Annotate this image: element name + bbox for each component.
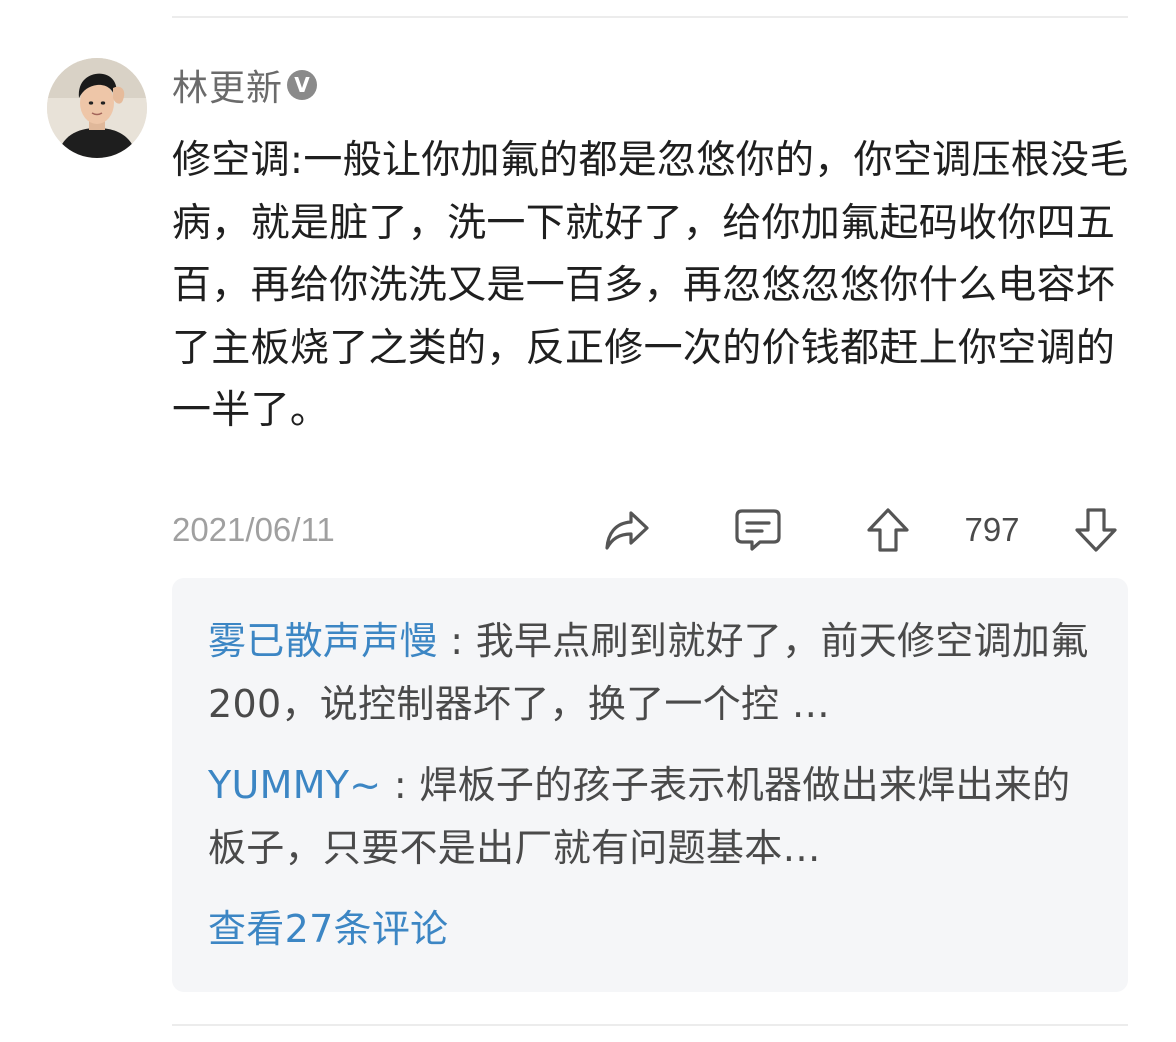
share-icon <box>605 511 649 550</box>
author-avatar[interactable] <box>47 58 147 158</box>
comment-separator: : <box>381 763 420 807</box>
downvote-icon <box>1075 508 1117 552</box>
comment-item[interactable]: 雾已散声声慢 : 我早点刷到就好了，前天修空调加氟200，说控制器坏了，换了一个… <box>208 610 1098 736</box>
comment-button[interactable] <box>731 503 785 557</box>
comment-username[interactable]: YUMMY~ <box>208 763 381 807</box>
bottom-divider <box>172 1024 1128 1026</box>
avatar-photo <box>47 58 147 158</box>
downvote-button[interactable] <box>1070 503 1122 557</box>
comment-separator: : <box>437 619 476 663</box>
comments-preview: 雾已散声声慢 : 我早点刷到就好了，前天修空调加氟200，说控制器坏了，换了一个… <box>172 578 1128 992</box>
view-all-comments-link[interactable]: 查看27条评论 <box>208 898 448 961</box>
upvote-icon <box>867 508 909 552</box>
top-divider <box>172 16 1128 18</box>
comment-username[interactable]: 雾已散声声慢 <box>208 619 438 663</box>
author-row: 林更新 V <box>172 59 318 111</box>
post-date: 2021/06/11 <box>172 511 335 548</box>
author-name[interactable]: 林更新 <box>172 59 283 111</box>
comment-icon <box>735 509 781 551</box>
verified-icon: V <box>287 70 318 100</box>
post-text: 修空调:一般让你加氟的都是忽悠你的，你空调压根没毛病，就是脏了，洗一下就好了，给… <box>172 138 1129 433</box>
upvote-button[interactable] <box>862 503 914 557</box>
share-button[interactable] <box>601 503 653 557</box>
comment-item[interactable]: YUMMY~ : 焊板子的孩子表示机器做出来焊出来的板子，只要不是出厂就有问题基… <box>208 754 1098 880</box>
vote-count: 797 <box>964 511 1020 548</box>
